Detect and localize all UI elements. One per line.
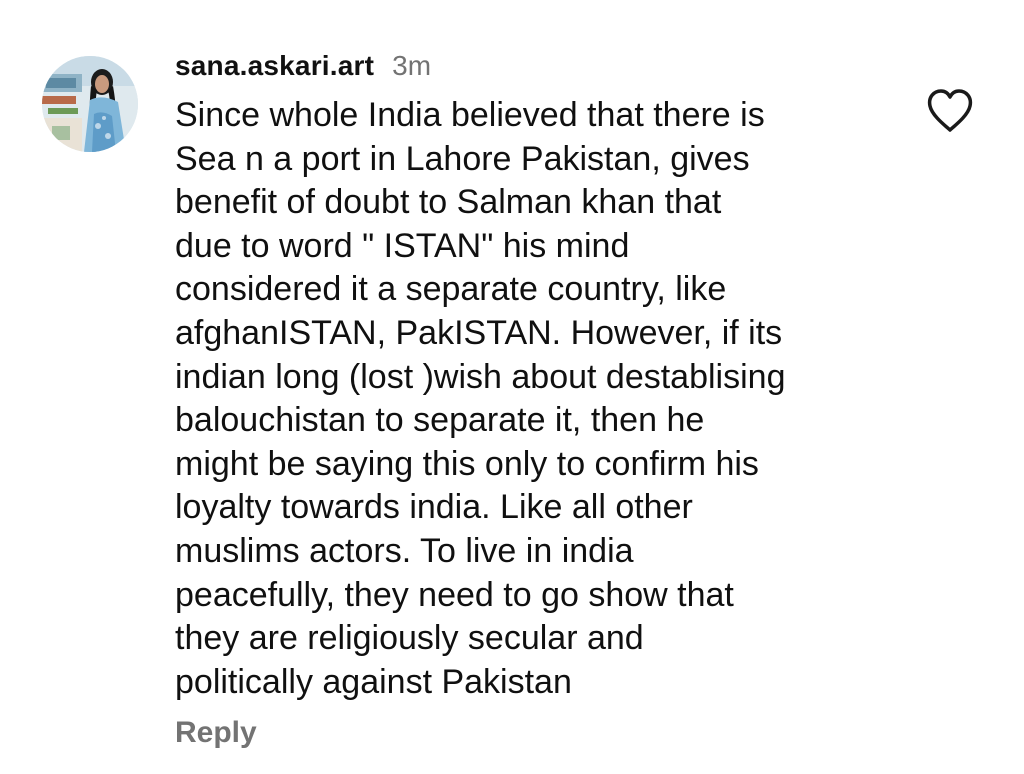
username[interactable]: sana.askari.art	[175, 50, 374, 82]
avatar[interactable]	[42, 56, 138, 152]
comment-item: sana.askari.art 3m Since whole India bel…	[0, 0, 1024, 774]
comment-body: sana.askari.art 3m Since whole India bel…	[175, 50, 895, 750]
reply-button[interactable]: Reply	[175, 716, 257, 750]
heart-outline-icon	[927, 89, 973, 132]
comment-meta: sana.askari.art 3m	[175, 50, 895, 88]
profile-photo	[42, 56, 138, 152]
like-button[interactable]	[926, 88, 974, 134]
comment-text: Since whole India believed that there is…	[175, 96, 786, 701]
timestamp: 3m	[392, 50, 432, 81]
